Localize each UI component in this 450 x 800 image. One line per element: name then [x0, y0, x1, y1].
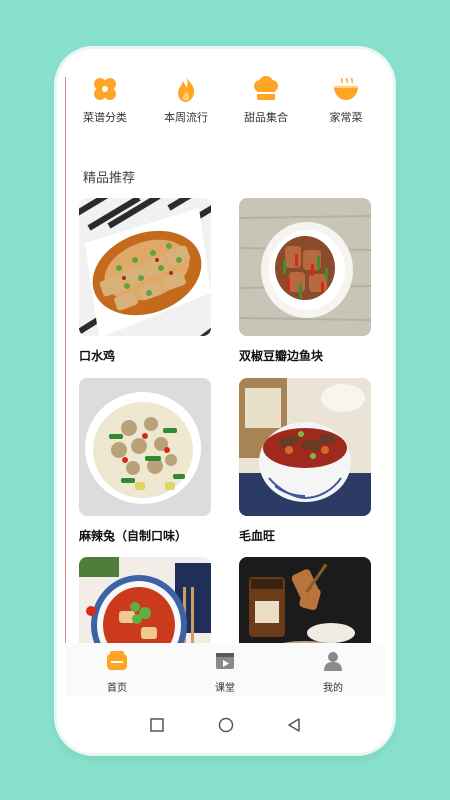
recipe-title: 麻辣兔（自制口味） [79, 529, 188, 543]
cake-icon [252, 75, 280, 103]
recipe-card[interactable]: 双椒豆瓣边鱼块 [239, 198, 371, 364]
category-recipe-types[interactable]: 菜谱分类 [70, 75, 140, 125]
section-title: 精品推荐 [83, 171, 136, 186]
recent-apps-icon[interactable] [150, 717, 164, 736]
recipe-card[interactable]: 毛血旺 [239, 378, 371, 544]
system-nav-bar [57, 697, 393, 753]
user-icon [323, 651, 343, 671]
recipe-image [79, 198, 211, 336]
recipe-image [239, 378, 371, 516]
flame-icon [172, 75, 200, 103]
phone-frame: 菜谱分类 本周流行 甜品集合 家常菜 精品推荐 口水鸡 双椒豆瓣边鱼块 麻辣兔（… [57, 49, 393, 753]
tab-label: 我的 [323, 683, 343, 694]
recipe-card[interactable]: 麻辣兔（自制口味） [79, 378, 211, 544]
home-button-icon[interactable] [218, 717, 234, 737]
tab-classroom[interactable]: 课堂 [195, 651, 255, 694]
tab-mine[interactable]: 我的 [303, 651, 363, 694]
category-label: 菜谱分类 [83, 111, 127, 124]
video-icon [215, 651, 235, 671]
category-weekly-popular[interactable]: 本周流行 [151, 75, 221, 125]
app-screen: 菜谱分类 本周流行 甜品集合 家常菜 精品推荐 口水鸡 双椒豆瓣边鱼块 麻辣兔（… [65, 57, 385, 697]
category-label: 甜品集合 [244, 111, 288, 124]
recipe-card[interactable]: 口水鸡 [79, 198, 211, 364]
bottom-tab-bar: 首页 课堂 我的 [65, 643, 385, 697]
recipe-image [239, 198, 371, 336]
category-home-cooking[interactable]: 家常菜 [311, 75, 381, 125]
tab-home[interactable]: 首页 [87, 651, 147, 694]
tab-label: 课堂 [215, 683, 235, 694]
recipe-title: 双椒豆瓣边鱼块 [239, 349, 324, 363]
tab-label: 首页 [107, 683, 127, 694]
recipe-title: 口水鸡 [79, 349, 116, 363]
recipe-title: 毛血旺 [239, 529, 276, 543]
recipe-image [79, 378, 211, 516]
back-icon[interactable] [287, 717, 301, 736]
screen-edge-line [65, 77, 66, 697]
category-label: 本周流行 [164, 111, 208, 124]
category-label: 家常菜 [329, 111, 363, 124]
home-icon [106, 651, 128, 671]
flower-icon [91, 75, 119, 103]
bowl-icon [332, 75, 360, 103]
category-desserts[interactable]: 甜品集合 [231, 75, 301, 125]
category-row: 菜谱分类 本周流行 甜品集合 家常菜 [65, 75, 385, 135]
